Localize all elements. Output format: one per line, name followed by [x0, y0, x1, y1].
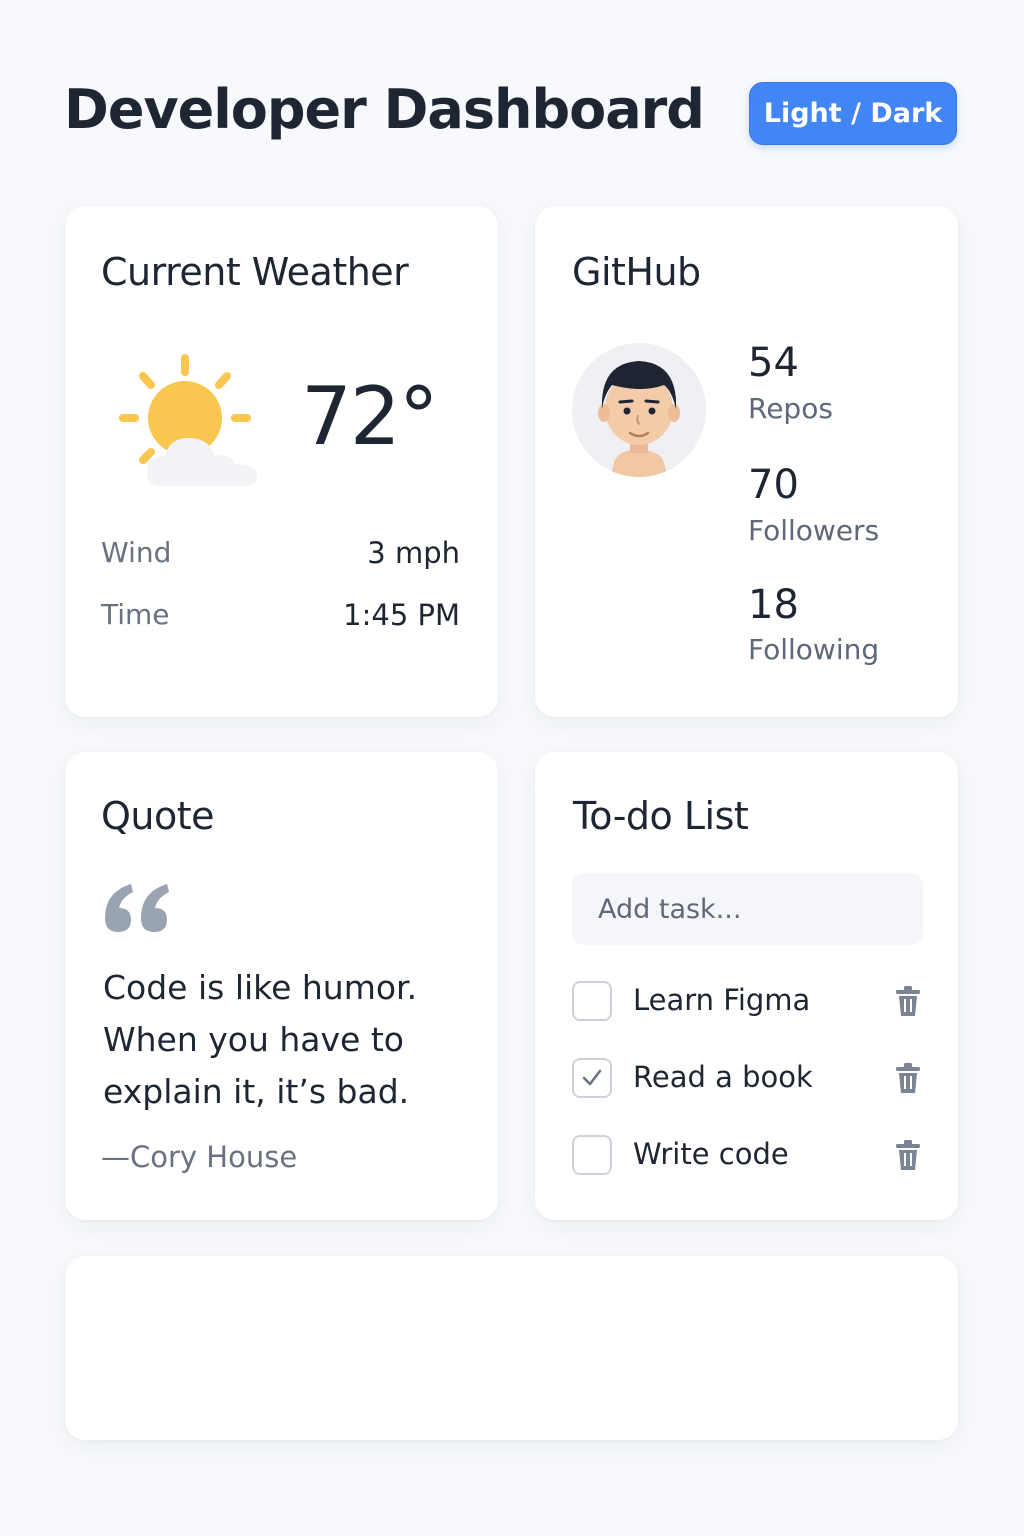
github-card-title: GitHub	[572, 250, 701, 294]
quote-card-title: Quote	[101, 794, 215, 838]
todo-item: Read a book	[572, 1058, 922, 1100]
time-label: Time	[101, 598, 170, 631]
todo-item-label: Write code	[633, 1137, 789, 1171]
empty-card	[65, 1256, 958, 1440]
temperature-value: 72°	[301, 370, 439, 463]
todo-item-label: Learn Figma	[633, 983, 811, 1017]
todo-card-title: To-do List	[573, 794, 749, 838]
user-avatar-icon	[598, 361, 680, 477]
trash-icon[interactable]	[894, 985, 922, 1017]
repos-label: Repos	[748, 392, 833, 425]
todo-item: Learn Figma	[572, 981, 922, 1023]
followers-count: 70	[748, 462, 799, 508]
todo-card: To-do List Learn Figma Read a book	[535, 752, 958, 1220]
wind-label: Wind	[101, 536, 172, 569]
add-task-input[interactable]	[572, 873, 923, 945]
github-card: GitHub 54 Repos 70 Followers 18 Followin…	[535, 206, 958, 717]
todo-item: Write code	[572, 1135, 922, 1177]
partly-sunny-icon	[119, 354, 257, 486]
theme-toggle-button[interactable]: Light / Dark	[749, 82, 957, 145]
weather-card-title: Current Weather	[101, 250, 409, 294]
trash-icon[interactable]	[894, 1062, 922, 1094]
quote-mark-icon	[105, 884, 169, 932]
quote-text: Code is like humor. When you have to exp…	[103, 968, 418, 1111]
todo-checkbox[interactable]	[572, 981, 612, 1021]
followers-label: Followers	[748, 514, 880, 547]
repos-count: 54	[748, 340, 799, 386]
quote-author: —Cory House	[101, 1140, 298, 1174]
avatar[interactable]	[572, 343, 706, 477]
checkmark-icon	[582, 1069, 602, 1086]
quote-card: Quote Code is like humor. When you have …	[65, 752, 498, 1220]
wind-value: 3 mph	[367, 536, 460, 570]
dashboard-page: Developer Dashboard Light / Dark Current…	[0, 0, 1024, 1536]
time-value: 1:45 PM	[343, 598, 460, 632]
todo-checkbox[interactable]	[572, 1135, 612, 1175]
page-title: Developer Dashboard	[64, 78, 705, 141]
following-count: 18	[748, 582, 799, 628]
weather-card: Current Weather 72° Wind 3 mph Time 1:45…	[65, 206, 498, 717]
trash-icon[interactable]	[894, 1139, 922, 1171]
todo-item-label: Read a book	[633, 1060, 813, 1094]
todo-checkbox-checked[interactable]	[572, 1058, 612, 1098]
following-label: Following	[748, 633, 880, 666]
